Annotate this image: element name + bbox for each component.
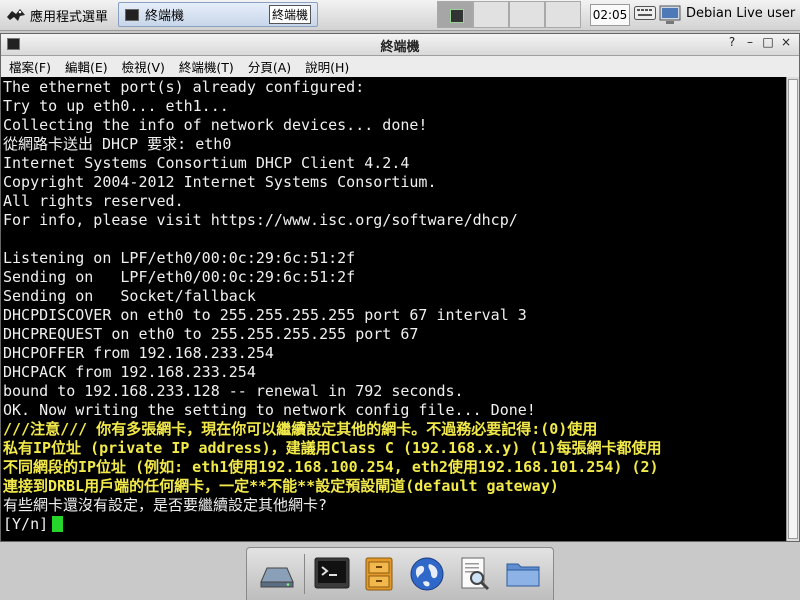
- terminal-line: Sending on LPF/eth0/00:0c:29:6c:51:2f: [3, 268, 356, 286]
- document-search-icon: [461, 557, 490, 591]
- terminal-warning-line: ///注意/// 你有多張網卡，現在你可以繼續設定其他的網卡。不過務必要記得:(…: [3, 420, 598, 438]
- terminal-line: DHCPREQUEST on eth0 to 255.255.255.255 p…: [3, 325, 419, 343]
- close-button[interactable]: ×: [777, 35, 795, 49]
- menu-view[interactable]: 檢視(V): [118, 57, 169, 76]
- workspace-window-thumbnail: [450, 9, 464, 23]
- taskbar-title-tag: 終端機: [268, 5, 311, 24]
- app-menu-logo-icon: [7, 9, 25, 21]
- terminal-line: 有些網卡還沒有設定，是否要繼續設定其他網卡?: [3, 496, 328, 514]
- window-title: 終端機: [380, 40, 420, 55]
- window-titlebar[interactable]: 終端機 ? – □ ×: [1, 34, 799, 56]
- minimize-button[interactable]: –: [741, 35, 759, 49]
- taskbar-terminal-button[interactable]: 終端機 終端機: [118, 2, 318, 27]
- menu-file[interactable]: 檔案(F): [5, 57, 55, 76]
- window-controls: ? – □ ×: [723, 35, 795, 49]
- terminal-scrollbar[interactable]: [786, 77, 799, 541]
- top-panel: 應用程式選單 終端機 終端機 02:05 Debian Live user: [0, 0, 800, 31]
- terminal-output[interactable]: The ethernet port(s) already configured:…: [1, 77, 787, 541]
- network-drive-icon: [260, 567, 294, 588]
- terminal-line: For info, please visit https://www.isc.o…: [3, 211, 518, 229]
- dock-item-web-browser[interactable]: [406, 553, 448, 595]
- terminal-prompt-line[interactable]: [Y/n]: [3, 515, 787, 534]
- taskbar-title: 終端機: [145, 9, 185, 24]
- maximize-button[interactable]: □: [759, 35, 777, 49]
- dock-item-terminal[interactable]: [311, 553, 353, 595]
- menu-help[interactable]: 說明(H): [301, 57, 353, 76]
- terminal-line: Try to up eth0... eth1...: [3, 97, 229, 115]
- workspace-1[interactable]: [437, 1, 473, 28]
- terminal-line: Collecting the info of network devices..…: [3, 116, 428, 134]
- terminal-line: Copyright 2004-2012 Internet Systems Con…: [3, 173, 437, 191]
- dock-item-network-drive[interactable]: [256, 553, 298, 595]
- dock: [246, 547, 554, 600]
- terminal-line: DHCPDISCOVER on eth0 to 255.255.255.255 …: [3, 306, 527, 324]
- menu-terminal[interactable]: 終端機(T): [175, 57, 238, 76]
- dock-separator: [303, 554, 305, 594]
- scrollbar-thumb[interactable]: [788, 79, 798, 539]
- web-browser-globe-icon: [410, 557, 444, 591]
- terminal-line: 從網路卡送出 DHCP 要求: eth0: [3, 135, 232, 153]
- terminal-line: DHCPOFFER from 192.168.233.254: [3, 344, 274, 362]
- terminal-warning-line: 不同網段的IP位址 (例如: eth1使用192.168.100.254, et…: [3, 458, 659, 476]
- keyboard-layout-icon[interactable]: [634, 6, 656, 20]
- application-menu-label: 應用程式選單: [30, 9, 109, 25]
- terminal-line: Sending on Socket/fallback: [3, 287, 256, 305]
- workspace-4[interactable]: [545, 1, 581, 28]
- dock-item-file-cabinet[interactable]: [358, 553, 400, 595]
- menu-bar: 檔案(F) 編輯(E) 檢視(V) 終端機(T) 分頁(A) 說明(H): [1, 56, 799, 78]
- user-computer-icon: [659, 5, 681, 24]
- terminal-line: All rights reserved.: [3, 192, 184, 210]
- terminal-line: bound to 192.168.233.128 -- renewal in 7…: [3, 382, 464, 400]
- application-menu-button[interactable]: 應用程式選單: [2, 3, 112, 27]
- terminal-warning-line: 連接到DRBL用戶端的任何網卡，一定**不能**設定預設閘道(default g…: [3, 477, 559, 495]
- terminal-line: OK. Now writing the setting to network c…: [3, 401, 536, 419]
- terminal-window: 終端機 ? – □ × 檔案(F) 編輯(E) 檢視(V) 終端機(T) 分頁(…: [0, 33, 800, 542]
- dock-item-document-viewer[interactable]: [454, 553, 496, 595]
- folder-icon: [506, 563, 540, 587]
- workspace-3[interactable]: [509, 1, 545, 28]
- clock[interactable]: 02:05: [590, 4, 630, 26]
- workspace-2[interactable]: [473, 1, 509, 28]
- terminal-line: The ethernet port(s) already configured:: [3, 78, 365, 96]
- terminal-prompt: [Y/n]: [3, 515, 49, 533]
- terminal-line: DHCPACK from 192.168.233.254: [3, 363, 256, 381]
- file-cabinet-icon: [365, 557, 393, 591]
- help-button[interactable]: ?: [723, 35, 741, 49]
- terminal-line: Internet Systems Consortium DHCP Client …: [3, 154, 410, 172]
- terminal-cursor: [52, 516, 64, 532]
- user-name-label[interactable]: Debian Live user: [686, 6, 795, 21]
- workspace-pager: [437, 1, 581, 28]
- dock-item-folder[interactable]: [502, 553, 544, 595]
- terminal-icon: [125, 8, 139, 21]
- terminal-line: Listening on LPF/eth0/00:0c:29:6c:51:2f: [3, 249, 356, 267]
- terminal-icon: [314, 557, 350, 589]
- menu-tabs[interactable]: 分頁(A): [244, 57, 295, 76]
- menu-edit[interactable]: 編輯(E): [61, 57, 112, 76]
- terminal-warning-line: 私有IP位址 (private IP address)，建議用Class C (…: [3, 439, 662, 457]
